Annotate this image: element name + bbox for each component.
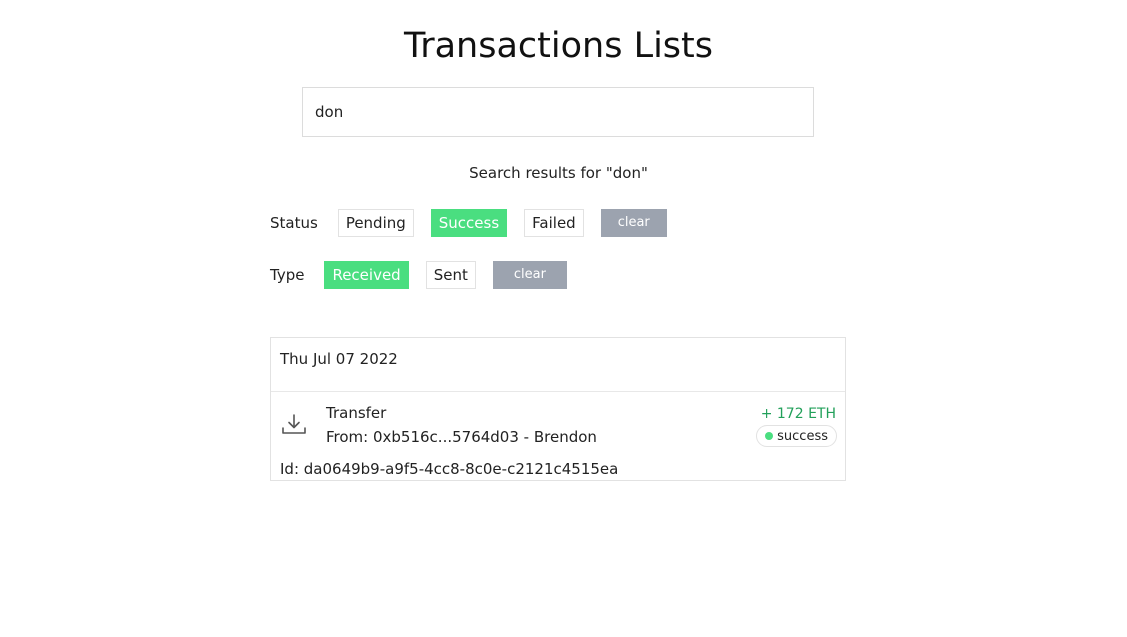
status-dot-icon [765, 432, 774, 440]
status-filter-row: Status Pending Success Failed clear [270, 209, 667, 237]
download-icon [281, 412, 307, 438]
transaction-title: Transfer [326, 404, 387, 422]
type-chip-received[interactable]: Received [324, 261, 409, 289]
status-chip-success[interactable]: Success [430, 209, 508, 237]
status-clear-button[interactable]: clear [600, 209, 667, 237]
transaction-group-card: Thu Jul 07 2022 Transfer From: 0xb516c..… [270, 337, 846, 481]
page-title: Transactions Lists [403, 26, 713, 66]
status-chip-pending[interactable]: Pending [337, 209, 414, 237]
transactions-page: Transactions Lists Search results for "d… [0, 0, 1127, 637]
search-input[interactable] [302, 87, 814, 137]
transaction-group-date: Thu Jul 07 2022 [280, 350, 398, 368]
status-filter-label: Status [270, 214, 318, 232]
transaction-id: Id: da0649b9-a9f5-4cc8-8c0e-c2121c4515ea [280, 460, 619, 478]
type-chip-sent[interactable]: Sent [425, 261, 476, 289]
status-badge: success [756, 425, 837, 447]
type-filter-label: Type [270, 266, 305, 284]
search-results-text: Search results for "don" [469, 164, 648, 182]
type-clear-button[interactable]: clear [492, 261, 567, 289]
type-filter-row: Type Received Sent clear [270, 261, 567, 289]
transaction-amount: + 172 ETH [760, 406, 836, 422]
card-divider [271, 391, 845, 392]
transaction-from: From: 0xb516c...5764d03 - Brendon [326, 428, 597, 446]
status-badge-label: success [777, 428, 828, 444]
status-chip-failed[interactable]: Failed [524, 209, 584, 237]
